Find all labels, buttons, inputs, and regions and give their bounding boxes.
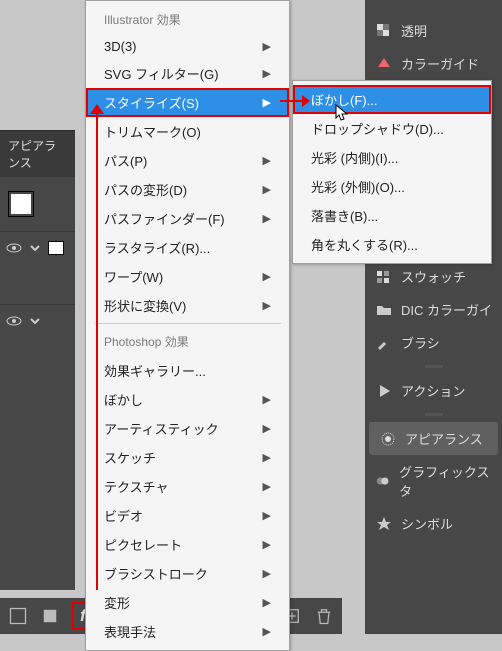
tab-appearance[interactable]: アピアランス xyxy=(369,422,498,455)
annotation-arrowhead xyxy=(90,104,104,114)
stylize-submenu: ぼかし(F)... ドロップシャドウ(D)... 光彩 (内側)(I)... 光… xyxy=(292,80,492,264)
tab-label: シンボル xyxy=(401,514,453,533)
cursor-icon xyxy=(335,104,349,122)
menu-item-convert-shape[interactable]: 形状に変換(V)▶ xyxy=(86,291,289,320)
submenu-arrow-icon: ▶ xyxy=(263,299,271,312)
new-art-icon[interactable] xyxy=(8,606,28,626)
submenu-arrow-icon: ▶ xyxy=(263,67,271,80)
submenu-arrow-icon: ▶ xyxy=(263,154,271,167)
visibility-icon[interactable] xyxy=(6,313,22,329)
trash-icon[interactable] xyxy=(314,606,334,626)
menu-item-rasterize[interactable]: ラスタライズ(R)... xyxy=(86,233,289,262)
submenu-arrow-icon: ▶ xyxy=(263,625,271,638)
menu-separator xyxy=(94,323,281,324)
menu-item-trimmarks[interactable]: トリムマーク(O) xyxy=(86,117,289,146)
color-wheel-icon xyxy=(375,55,393,73)
play-icon xyxy=(375,382,393,400)
submenu-item-scribble[interactable]: 落書き(B)... xyxy=(293,201,491,230)
transparency-icon xyxy=(375,22,393,40)
appearance-panel-title: アピアランス xyxy=(0,130,75,177)
chevron-down-icon[interactable] xyxy=(28,241,42,255)
chevron-down-icon[interactable] xyxy=(28,314,42,328)
menu-item-3d[interactable]: 3D(3)▶ xyxy=(86,34,289,59)
visibility-icon[interactable] xyxy=(6,240,22,256)
appearance-panel: アピアランス xyxy=(0,130,75,590)
submenu-arrow-icon: ▶ xyxy=(263,480,271,493)
tab-label: ブラシ xyxy=(401,333,440,352)
panel-divider xyxy=(365,359,502,374)
tab-dic-color[interactable]: DIC カラーガイ xyxy=(365,293,502,326)
menu-item-svg-filter[interactable]: SVG フィルター(G)▶ xyxy=(86,59,289,88)
submenu-arrow-icon: ▶ xyxy=(263,596,271,609)
tab-label: グラフィックスタ xyxy=(399,462,492,500)
annotation-arrow-horizontal xyxy=(280,100,302,102)
submenu-arrow-icon: ▶ xyxy=(263,393,271,406)
submenu-arrow-icon: ▶ xyxy=(263,538,271,551)
menu-item-pixelate[interactable]: ピクセレート▶ xyxy=(86,530,289,559)
menu-item-stylize-ps[interactable]: 表現手法▶ xyxy=(86,617,289,646)
tab-symbols[interactable]: シンボル xyxy=(365,507,502,540)
tab-brushes[interactable]: ブラシ xyxy=(365,326,502,359)
menu-item-blur[interactable]: ぼかし▶ xyxy=(86,385,289,414)
menu-header-illustrator: Illustrator 効果 xyxy=(86,5,289,34)
graphic-style-icon xyxy=(375,472,391,490)
menu-item-video[interactable]: ビデオ▶ xyxy=(86,501,289,530)
brush-icon xyxy=(375,334,393,352)
tab-actions[interactable]: アクション xyxy=(365,374,502,407)
submenu-item-inner-glow[interactable]: 光彩 (内側)(I)... xyxy=(293,143,491,172)
effects-menu: Illustrator 効果 3D(3)▶ SVG フィルター(G)▶ スタイラ… xyxy=(85,0,290,651)
menu-item-path[interactable]: パス(P)▶ xyxy=(86,146,289,175)
tab-graphic-styles[interactable]: グラフィックスタ xyxy=(365,455,502,507)
menu-header-photoshop: Photoshop 効果 xyxy=(86,327,289,356)
square-icon[interactable] xyxy=(40,606,60,626)
menu-item-brush-stroke[interactable]: ブラシストローク▶ xyxy=(86,559,289,588)
menu-item-effect-gallery[interactable]: 効果ギャラリー... xyxy=(86,356,289,385)
menu-item-warp[interactable]: ワープ(W)▶ xyxy=(86,262,289,291)
submenu-arrow-icon: ▶ xyxy=(263,422,271,435)
fill-swatch[interactable] xyxy=(8,191,34,217)
tab-label: アクション xyxy=(401,381,465,400)
panel-divider xyxy=(365,407,502,422)
tab-label: DIC カラーガイ xyxy=(401,300,492,319)
menu-item-transform[interactable]: 変形▶ xyxy=(86,588,289,617)
appearance-row[interactable] xyxy=(0,231,75,264)
tab-swatches[interactable]: スウォッチ xyxy=(365,260,502,293)
tab-label: スウォッチ xyxy=(401,267,466,286)
submenu-arrow-icon: ▶ xyxy=(263,567,271,580)
submenu-arrow-icon: ▶ xyxy=(263,212,271,225)
tab-label: アピアランス xyxy=(405,429,483,448)
submenu-arrow-icon: ▶ xyxy=(263,40,271,53)
submenu-item-round-corners[interactable]: 角を丸くする(R)... xyxy=(293,230,491,259)
annotation-arrow-vertical xyxy=(96,110,98,590)
tab-color-guide[interactable]: カラーガイド xyxy=(365,47,502,80)
submenu-item-outer-glow[interactable]: 光彩 (外側)(O)... xyxy=(293,172,491,201)
menu-item-texture[interactable]: テクスチャ▶ xyxy=(86,472,289,501)
submenu-arrow-icon: ▶ xyxy=(263,509,271,522)
submenu-arrow-icon: ▶ xyxy=(263,183,271,196)
symbol-icon xyxy=(375,515,393,533)
submenu-item-blur[interactable]: ぼかし(F)... xyxy=(293,85,491,114)
tab-transparency[interactable]: 透明 xyxy=(365,14,502,47)
menu-item-stylize[interactable]: スタイライズ(S)▶ xyxy=(86,88,289,117)
folder-icon xyxy=(375,301,393,319)
submenu-arrow-icon: ▶ xyxy=(263,96,271,109)
menu-item-distort[interactable]: パスの変形(D)▶ xyxy=(86,175,289,204)
menu-item-sketch[interactable]: スケッチ▶ xyxy=(86,443,289,472)
appearance-icon xyxy=(379,430,397,448)
menu-item-artistic[interactable]: アーティスティック▶ xyxy=(86,414,289,443)
menu-item-pathfinder[interactable]: パスファインダー(F)▶ xyxy=(86,204,289,233)
submenu-arrow-icon: ▶ xyxy=(263,270,271,283)
tab-label: 透明 xyxy=(401,21,427,40)
appearance-row[interactable] xyxy=(0,304,75,337)
submenu-item-drop-shadow[interactable]: ドロップシャドウ(D)... xyxy=(293,114,491,143)
submenu-arrow-icon: ▶ xyxy=(263,451,271,464)
swatches-icon xyxy=(375,268,393,286)
stroke-swatch[interactable] xyxy=(48,241,64,255)
tab-label: カラーガイド xyxy=(401,54,479,73)
